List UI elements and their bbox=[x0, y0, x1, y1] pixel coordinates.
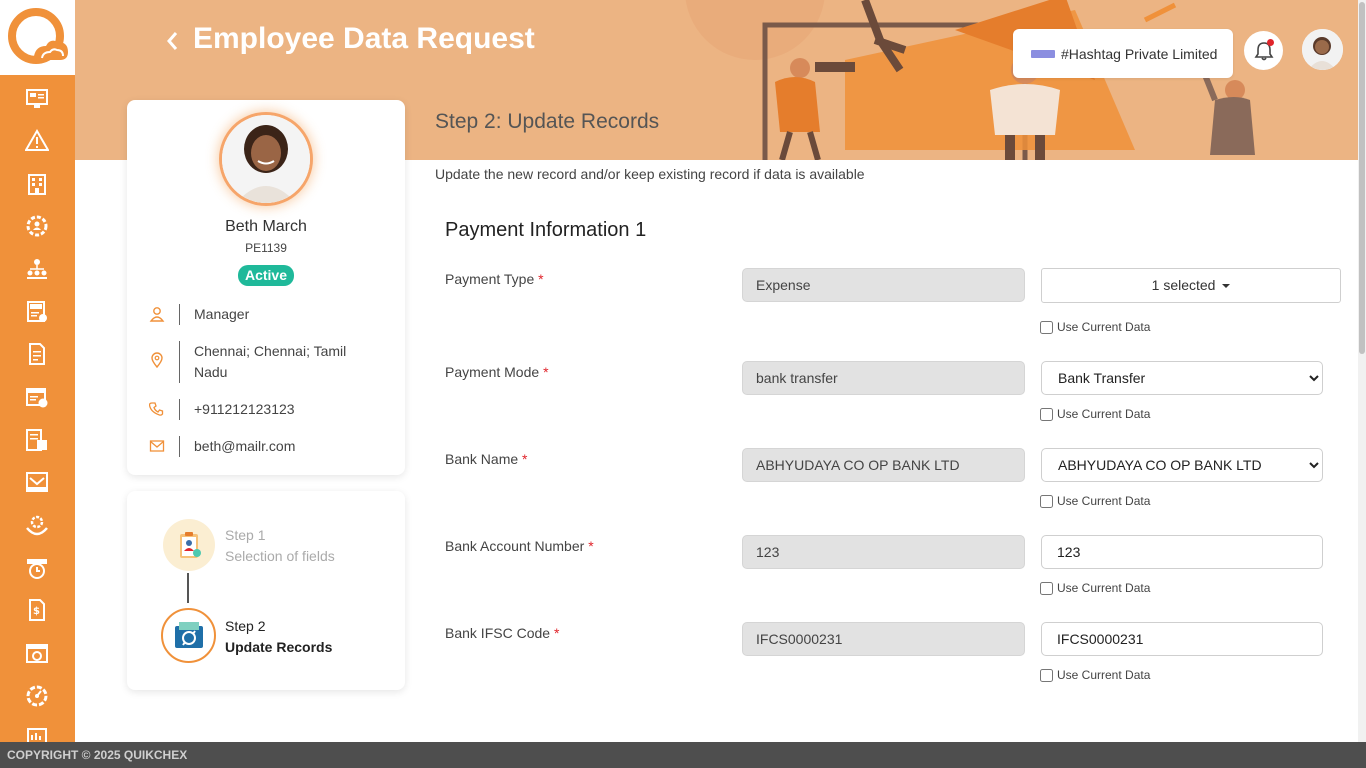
section-title: Payment Information 1 bbox=[445, 219, 647, 241]
clock-calendar-icon[interactable] bbox=[24, 555, 50, 581]
calendar-tick-icon[interactable] bbox=[24, 640, 50, 666]
payment-type-use-current[interactable]: Use Current Data bbox=[1040, 320, 1150, 334]
quikchex-logo[interactable] bbox=[0, 0, 75, 75]
bank-name-use-current[interactable]: Use Current Data bbox=[1040, 494, 1150, 508]
bank-name-select[interactable]: ABHYUDAYA CO OP BANK LTD bbox=[1041, 448, 1323, 482]
bank-name-label: Bank Name * bbox=[445, 451, 528, 467]
tax-icon[interactable] bbox=[24, 299, 50, 325]
employee-name: Beth March bbox=[225, 218, 307, 235]
logo-icon bbox=[7, 7, 68, 64]
building-icon[interactable] bbox=[24, 171, 50, 197]
alert-icon[interactable] bbox=[24, 128, 50, 154]
employee-id: PE1139 bbox=[245, 241, 287, 255]
step-2-circle[interactable] bbox=[161, 608, 216, 663]
mail-icon bbox=[149, 440, 165, 452]
step-2-label: Update Records bbox=[225, 639, 333, 655]
step-1-number: Step 1 bbox=[225, 527, 266, 543]
ifsc-code-input[interactable] bbox=[1041, 622, 1323, 656]
account-number-use-current-checkbox[interactable] bbox=[1040, 581, 1053, 595]
email-row: beth@mailr.com bbox=[149, 436, 389, 457]
phone-row: +911212123123 bbox=[149, 399, 389, 420]
email-text: beth@mailr.com bbox=[194, 438, 296, 454]
ifsc-code-use-current-checkbox[interactable] bbox=[1040, 668, 1053, 682]
notification-dot bbox=[1267, 39, 1274, 46]
step-connector bbox=[187, 573, 189, 603]
location-text: Chennai; Chennai; Tamil Nadu bbox=[194, 343, 347, 380]
folder-sync-icon bbox=[174, 621, 203, 648]
svg-text:$: $ bbox=[33, 606, 40, 617]
status-badge: Active bbox=[238, 265, 294, 286]
location-row: Chennai; Chennai; Tamil Nadu bbox=[149, 341, 389, 383]
employee-avatar bbox=[222, 115, 310, 203]
settings-user-icon[interactable] bbox=[24, 213, 50, 239]
footer: COPYRIGHT © 2025 QUIKCHEX bbox=[0, 742, 1366, 768]
speedometer-icon[interactable] bbox=[24, 682, 50, 708]
scrollbar-thumb[interactable] bbox=[1359, 2, 1365, 354]
step-title: Step 2: Update Records bbox=[435, 110, 660, 133]
steps-card: Step 1 Selection of fields Step 2 Update… bbox=[127, 491, 405, 690]
step-subtitle: Update the new record and/or keep existi… bbox=[435, 166, 865, 182]
payment-type-multiselect[interactable]: 1 selected bbox=[1041, 268, 1341, 303]
caret-down-icon bbox=[1222, 284, 1231, 289]
payment-type-current: Expense bbox=[742, 268, 1025, 302]
user-icon bbox=[149, 307, 165, 322]
sidebar: $ bbox=[0, 0, 75, 744]
ifsc-code-label: Bank IFSC Code * bbox=[445, 625, 560, 641]
ifsc-code-current: IFCS0000231 bbox=[742, 622, 1025, 656]
company-selector[interactable]: #Hashtag Private Limited bbox=[1013, 29, 1233, 78]
designation-row: Manager bbox=[149, 304, 389, 325]
step-1-label: Selection of fields bbox=[225, 548, 335, 564]
payment-mode-use-current[interactable]: Use Current Data bbox=[1040, 407, 1150, 421]
company-name: #Hashtag Private Limited bbox=[1061, 45, 1218, 62]
account-number-use-current[interactable]: Use Current Data bbox=[1040, 581, 1150, 595]
phone-icon bbox=[149, 402, 164, 416]
payslip-icon[interactable]: $ bbox=[24, 597, 50, 623]
payment-mode-use-current-checkbox[interactable] bbox=[1040, 407, 1053, 421]
bank-name-use-current-checkbox[interactable] bbox=[1040, 494, 1053, 508]
mail-icon[interactable] bbox=[24, 469, 50, 495]
step-1-circle[interactable] bbox=[163, 519, 215, 571]
designation-text: Manager bbox=[194, 306, 250, 322]
org-chart-icon[interactable] bbox=[24, 256, 50, 282]
payment-mode-label: Payment Mode * bbox=[445, 364, 549, 380]
document-icon[interactable] bbox=[24, 341, 50, 367]
step-2-number: Step 2 bbox=[225, 618, 266, 634]
avatar-image bbox=[1302, 29, 1343, 70]
payment-type-use-current-checkbox[interactable] bbox=[1040, 320, 1053, 334]
ifsc-code-use-current[interactable]: Use Current Data bbox=[1040, 668, 1150, 682]
bank-name-current: ABHYUDAYA CO OP BANK LTD bbox=[742, 448, 1025, 482]
employee-profile-card: Beth March PE1139 Active Manager Chennai… bbox=[127, 100, 405, 475]
timesheet-icon[interactable] bbox=[24, 427, 50, 453]
company-logo-icon bbox=[1031, 49, 1055, 58]
page-title: Employee Data Request bbox=[193, 22, 535, 55]
payment-mode-current: bank transfer bbox=[742, 361, 1025, 395]
copyright-text: COPYRIGHT © 2025 QUIKCHEX bbox=[7, 748, 188, 762]
account-number-label: Bank Account Number * bbox=[445, 538, 594, 554]
account-number-current: 123 bbox=[742, 535, 1025, 569]
phone-text: +911212123123 bbox=[194, 401, 295, 417]
payment-mode-select[interactable]: Bank Transfer bbox=[1041, 361, 1323, 395]
hand-gear-icon[interactable] bbox=[24, 512, 50, 538]
payment-type-label: Payment Type * bbox=[445, 271, 544, 287]
clipboard-profile-icon bbox=[180, 532, 201, 558]
notification-button[interactable] bbox=[1244, 31, 1283, 70]
user-avatar[interactable] bbox=[1302, 29, 1343, 70]
account-number-input[interactable] bbox=[1041, 535, 1323, 569]
dashboard-icon[interactable] bbox=[24, 86, 50, 112]
back-chevron-icon[interactable] bbox=[165, 30, 179, 52]
calendar-check-icon[interactable] bbox=[24, 384, 50, 410]
location-pin-icon bbox=[151, 352, 163, 368]
